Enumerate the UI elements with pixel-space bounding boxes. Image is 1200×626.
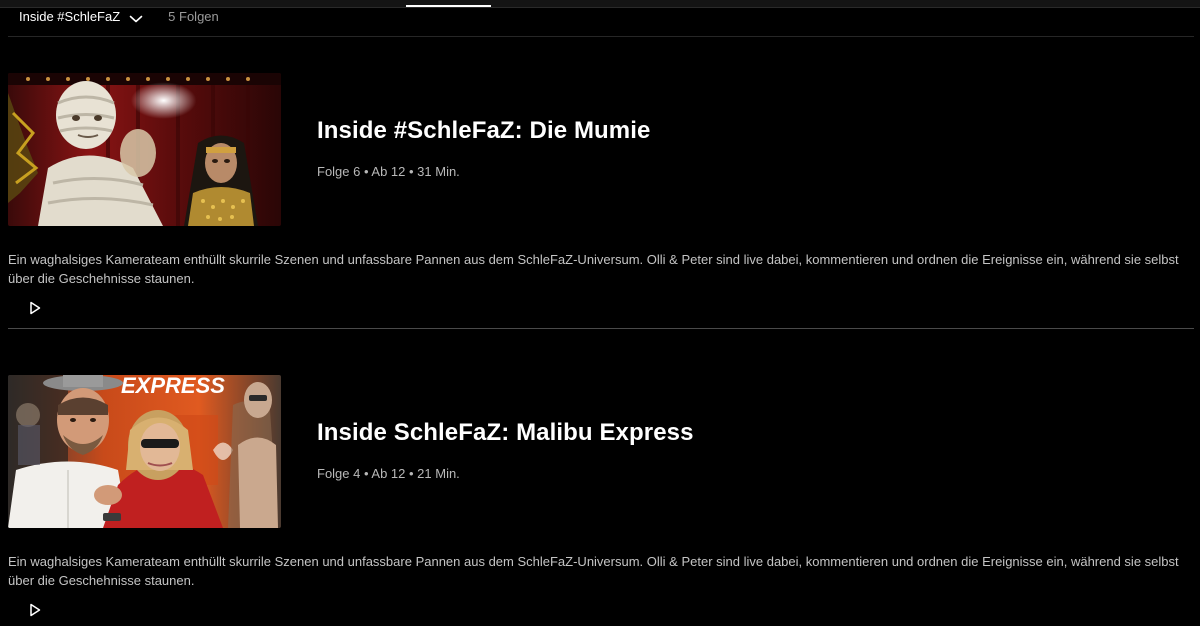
episode-title[interactable]: Inside #SchleFaZ: Die Mumie <box>317 117 650 145</box>
play-icon <box>29 301 41 320</box>
episode-thumbnail[interactable]: EXPRESS <box>8 375 281 528</box>
episode-thumbnail[interactable] <box>8 73 281 226</box>
episode-meta: Folge 6 • Ab 12 • 31 Min. <box>317 164 460 179</box>
episode-description: Ein waghalsiges Kamerateam enthüllt skur… <box>8 252 1179 286</box>
episode-divider <box>8 328 1194 329</box>
season-header: Inside #SchleFaZ 5 Folgen <box>19 7 219 25</box>
play-button[interactable] <box>22 300 48 320</box>
play-button[interactable] <box>22 602 48 622</box>
header-divider <box>8 36 1194 37</box>
episode-description: Ein waghalsiges Kamerateam enthüllt skur… <box>8 554 1179 588</box>
chevron-down-icon <box>129 11 143 23</box>
active-tab-indicator <box>406 5 491 7</box>
episode-title[interactable]: Inside SchleFaZ: Malibu Express <box>317 419 694 447</box>
play-icon <box>29 603 41 622</box>
season-selector[interactable]: Inside #SchleFaZ <box>19 9 143 24</box>
season-label: Inside #SchleFaZ <box>19 8 121 24</box>
poster-text: EXPRESS <box>121 375 225 398</box>
episode-count: 5 Folgen <box>168 8 219 24</box>
episode-meta: Folge 4 • Ab 12 • 21 Min. <box>317 466 460 481</box>
